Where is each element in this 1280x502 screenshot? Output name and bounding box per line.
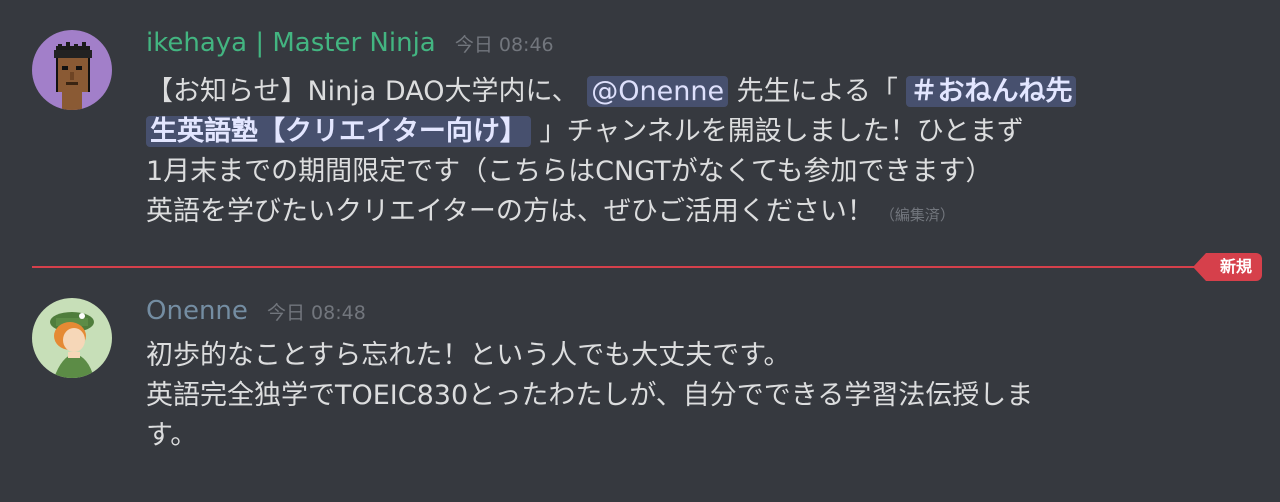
timestamp: 今日 08:46 (454, 34, 554, 56)
edited-label: （編集済） (879, 206, 955, 224)
new-messages-badge: 新規 (1192, 253, 1262, 281)
text-segment: 【お知らせ】Ninja DAO大学内に、 (146, 76, 579, 107)
message-content: 【お知らせ】Ninja DAO大学内に、 @Onenne 先生による「 ＃おねん… (146, 72, 1196, 235)
timestamp: 今日 08:48 (267, 302, 366, 324)
message-line: 初歩的なことすら忘れた！という人でも大丈夫です。 (146, 340, 791, 371)
user-mention[interactable]: @Onenne (587, 76, 729, 107)
text-segment: 先生による「 (736, 76, 898, 107)
message-content: 初歩的なことすら忘れた！という人でも大丈夫です。 英語完全独学でTOEIC830… (146, 336, 1196, 456)
message-header: Onenne 今日 08:48 (146, 296, 366, 332)
message-line: 生英語塾【クリエイター向け】 」チャンネルを開設しました！ひとまず (146, 112, 1196, 152)
text-segment: 英語を学びたいクリエイターの方は、ぜひご活用ください！ (146, 196, 874, 227)
channel-mention[interactable]: 生英語塾【クリエイター向け】 (146, 116, 531, 147)
illustrated-girl-avatar-icon (32, 298, 112, 378)
new-messages-divider (32, 266, 1250, 268)
text-segment: 」チャンネルを開設しました！ひとまず (539, 116, 1024, 147)
user-avatar-ikehaya[interactable] (32, 30, 112, 110)
username[interactable]: ikehaya | Master Ninja (146, 28, 436, 58)
channel-mention[interactable]: ＃おねんね先 (906, 76, 1077, 107)
message-line: 【お知らせ】Ninja DAO大学内に、 @Onenne 先生による「 ＃おねん… (146, 72, 1196, 112)
pixel-punk-avatar-icon (32, 30, 112, 110)
message-line: 英語完全独学でTOEIC830とったわたしが、自分でできる学習法伝授しま (146, 380, 1034, 411)
username[interactable]: Onenne (146, 296, 248, 326)
message-header: ikehaya | Master Ninja 今日 08:46 (146, 28, 554, 64)
message-line: す。 (146, 420, 198, 451)
text-segment: 1月末までの期間限定です（こちらはCNGTがなくても参加できます） (146, 156, 993, 187)
message-line: 1月末までの期間限定です（こちらはCNGTがなくても参加できます） (146, 152, 1196, 192)
user-avatar-onenne[interactable] (32, 298, 112, 378)
message-line: 英語を学びたいクリエイターの方は、ぜひご活用ください！ （編集済） (146, 192, 1196, 235)
